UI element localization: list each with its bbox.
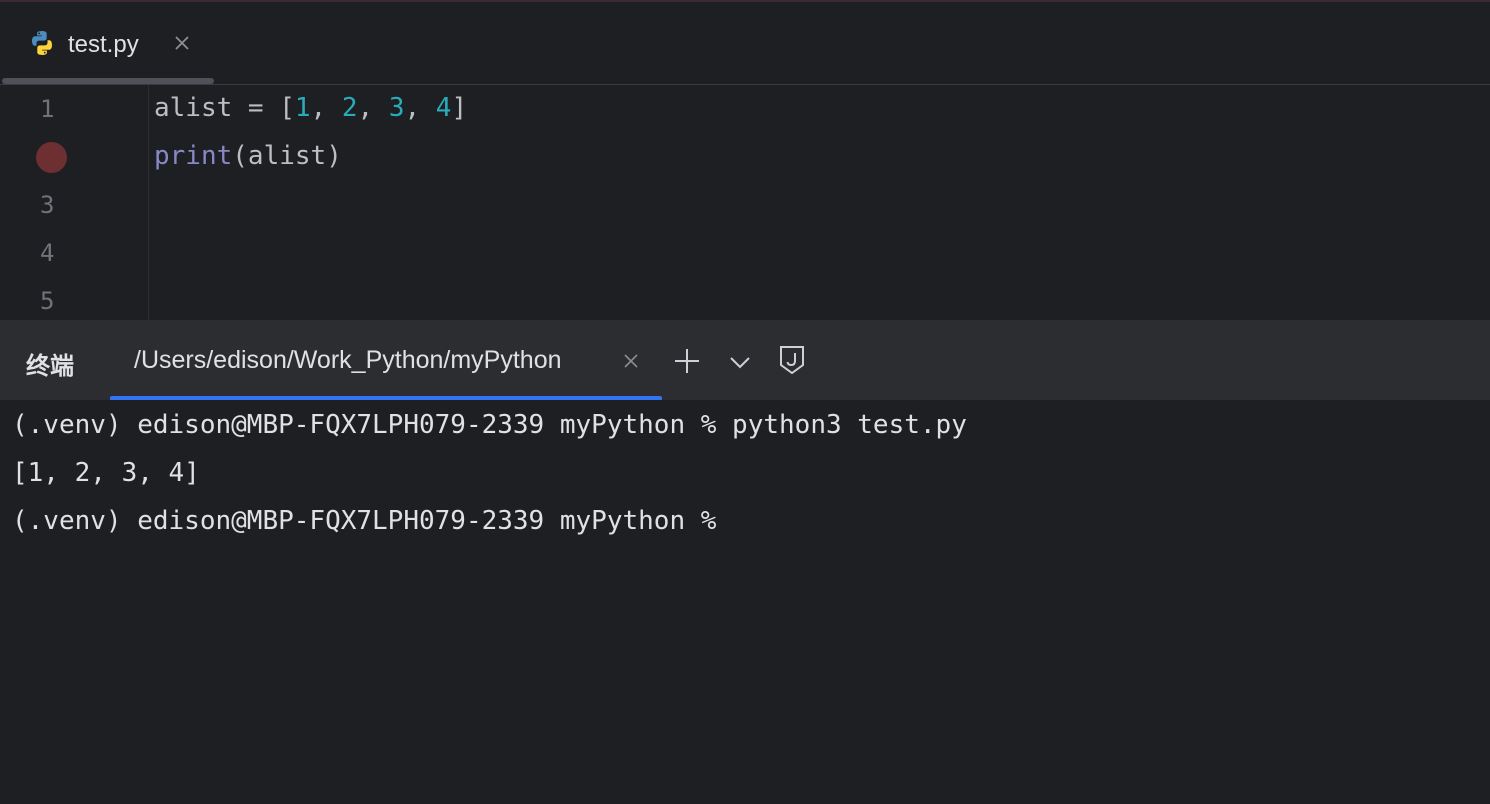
number-literal: 3 [388, 93, 405, 123]
code-line-2: print(alist) [154, 141, 342, 171]
line-number: 1 [40, 95, 55, 123]
breakpoint-marker[interactable] [36, 142, 67, 173]
line-number: 5 [40, 287, 55, 315]
number-literal: 2 [341, 93, 358, 123]
code-token: , [310, 93, 342, 123]
code-token: , [404, 93, 436, 123]
editor-tab-underline [2, 78, 214, 84]
jump-icon[interactable] [778, 345, 806, 375]
code-token: (alist) [232, 141, 342, 171]
terminal-tab[interactable]: /Users/edison/Work_Python/myPython [110, 320, 662, 401]
number-literal: 4 [435, 93, 452, 123]
line-number: 4 [40, 239, 55, 267]
gutter-separator [148, 85, 149, 320]
close-icon[interactable] [170, 31, 194, 55]
line-gutter[interactable]: 1 3 4 5 [0, 85, 148, 320]
code-editor[interactable]: 1 3 4 5 alist = [1, 2, 3, 4] print(alist… [0, 85, 1490, 320]
terminal-line: (.venv) edison@MBP-FQX7LPH079-2339 myPyt… [12, 410, 967, 440]
editor-tab-label: test.py [68, 31, 139, 58]
number-literal: 1 [294, 93, 311, 123]
code-token: ] [451, 93, 468, 123]
plus-icon[interactable] [672, 346, 702, 376]
line-number: 3 [40, 191, 55, 219]
chevron-down-icon[interactable] [726, 348, 754, 376]
python-file-icon [28, 29, 56, 57]
terminal-prompt-line: (.venv) edison@MBP-FQX7LPH079-2339 myPyt… [12, 506, 717, 536]
terminal-tab-label: /Users/edison/Work_Python/myPython [134, 346, 562, 374]
editor-tab-test-py[interactable]: test.py [0, 2, 214, 84]
ide-window: test.py 1 3 4 5 alist = [1, 2, 3, 4] pri… [0, 0, 1490, 804]
builtin-token: print [154, 141, 233, 171]
code-token: , [357, 93, 389, 123]
code-line-1: alist = [1, 2, 3, 4] [154, 93, 467, 123]
code-token: alist = [ [154, 93, 295, 123]
editor-tab-bar [0, 2, 1490, 84]
terminal-title: 终端 [26, 353, 74, 380]
terminal-output[interactable]: (.venv) edison@MBP-FQX7LPH079-2339 myPyt… [0, 400, 1490, 804]
close-icon[interactable] [620, 350, 642, 372]
terminal-line: [1, 2, 3, 4] [12, 458, 200, 488]
